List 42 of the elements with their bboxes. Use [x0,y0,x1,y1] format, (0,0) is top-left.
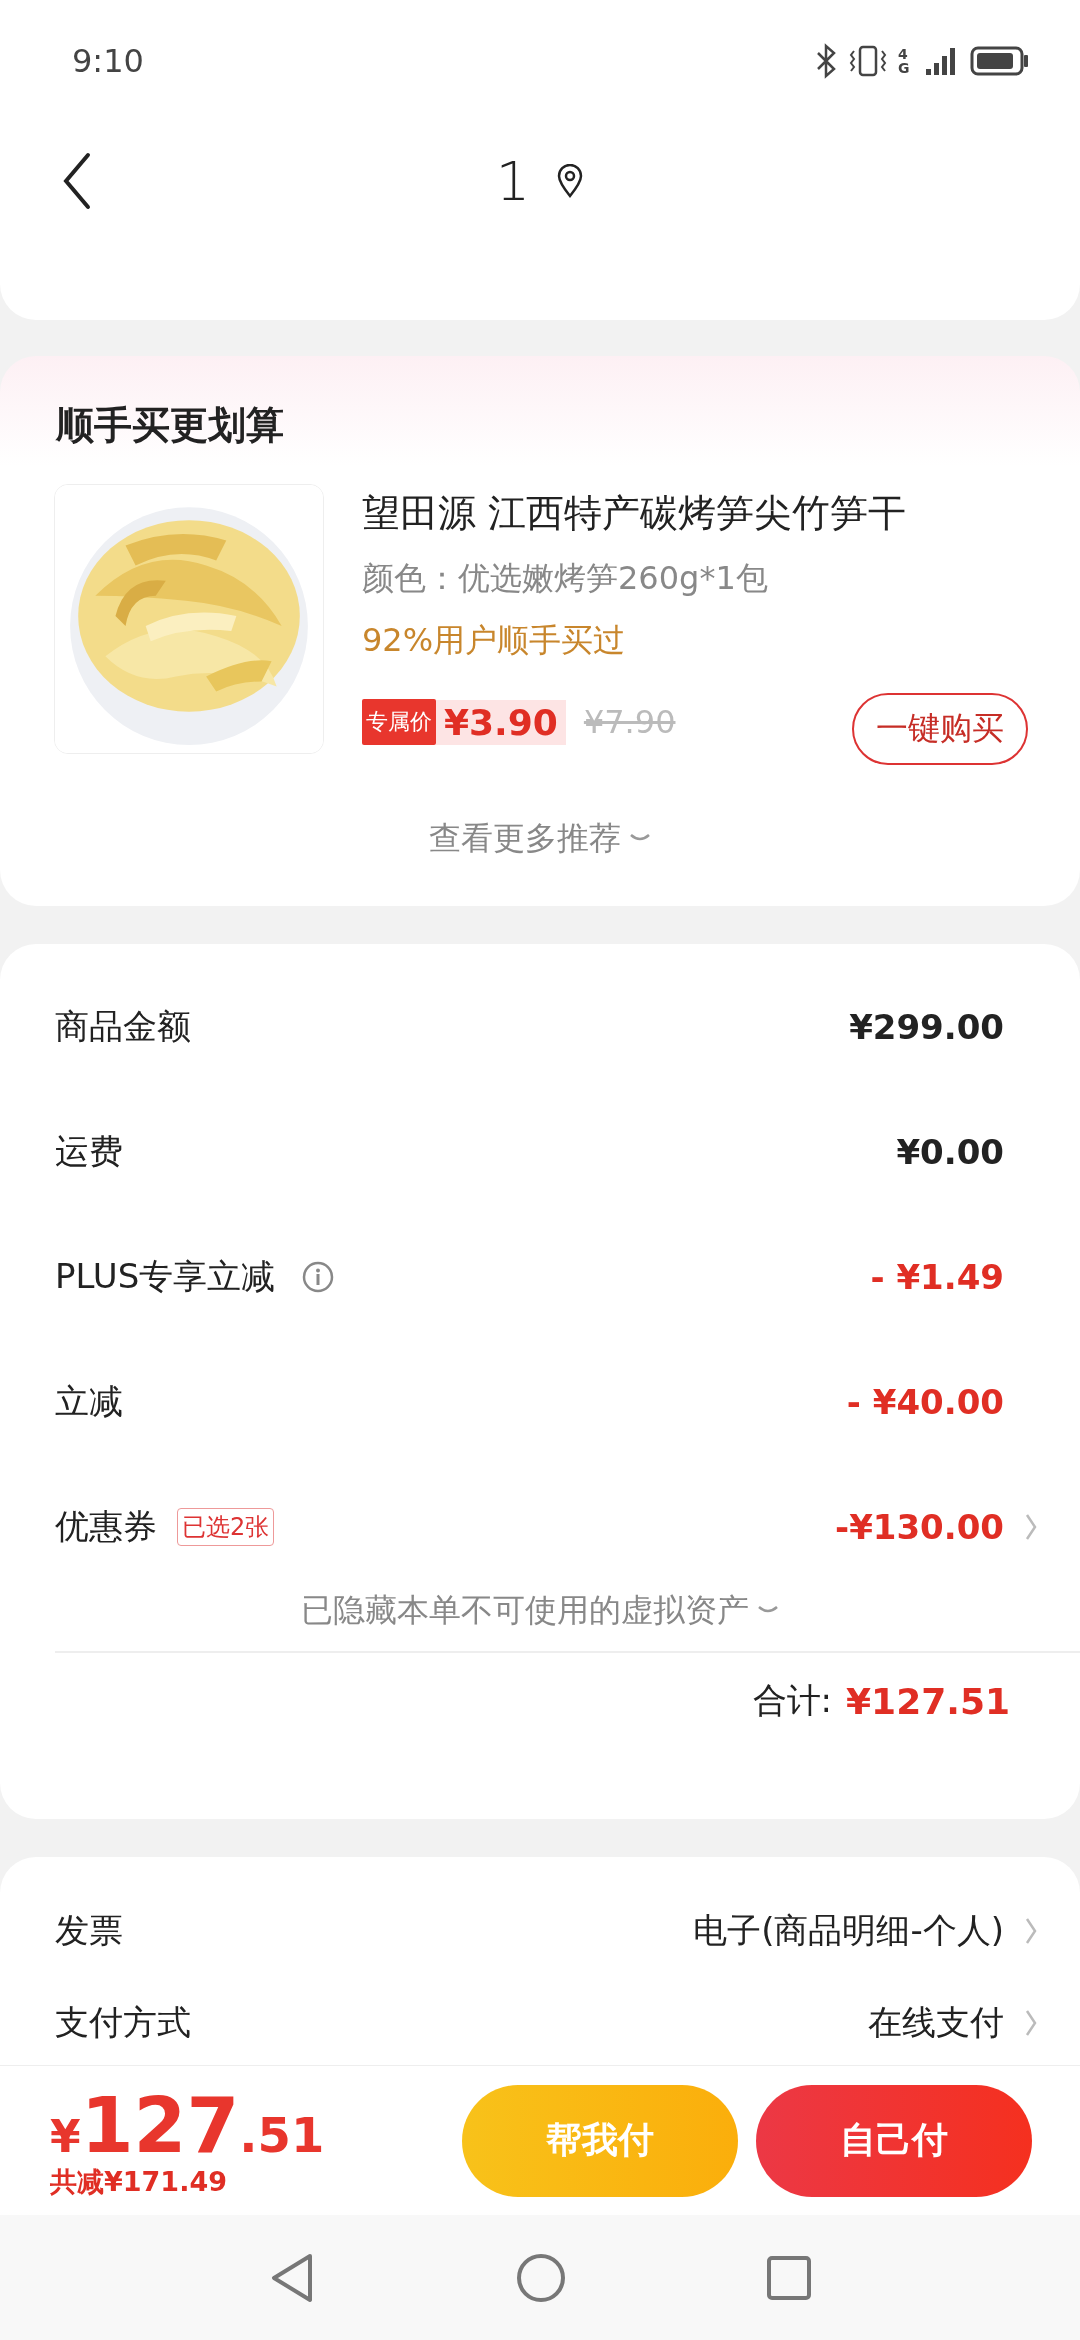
row-label: 立减 [55,1379,123,1423]
pay-button[interactable]: 自己付 [756,2084,1032,2197]
row-value: - ¥1.49 [870,1256,1004,1297]
location-pin-icon [556,164,585,198]
option-label: 支付方式 [55,2001,191,2044]
vibrate-icon [848,43,888,79]
product-name[interactable]: 望田源 江西特产碳烤笋尖竹笋干 [362,488,1028,539]
option-label: 发票 [55,1909,123,1952]
currency-symbol: ¥ [50,2110,81,2162]
row-value: - ¥40.00 [846,1381,1004,1422]
more-recommendations-link[interactable]: 查看更多推荐 [429,817,621,861]
total-decimals: .51 [239,2106,325,2163]
row-value: ¥299.00 [849,1006,1004,1047]
quick-buy-button[interactable]: 一键购买 [852,693,1028,765]
total-savings: 共减¥171.49 [50,2164,228,2199]
row-label: PLUS专享立减 [55,1254,276,1298]
recents-icon[interactable] [766,2254,812,2301]
status-time: 9:10 [72,42,144,80]
row-label: 商品金额 [55,1004,191,1048]
product-price: ¥3.90 [436,699,566,745]
hidden-assets-note[interactable]: 已隐藏本单不可使用的虚拟资产 [301,1589,749,1633]
row-value: -¥130.00 [835,1506,1004,1547]
option-value[interactable]: 电子(商品明细-个人) [693,1908,1004,1954]
option-value[interactable]: 在线支付 [868,2000,1004,2046]
coupon-count-badge: 已选2张 [177,1507,275,1546]
back-icon[interactable] [62,152,92,210]
address-title[interactable]: 1 [495,149,531,213]
home-icon[interactable] [516,2252,566,2303]
row-value: ¥0.00 [896,1131,1004,1172]
total-value: ¥127.51 [846,1680,1010,1722]
original-price: ¥7.90 [583,703,676,741]
total-label: 合计: [752,1679,833,1722]
exclusive-price-tag: 专属价 [362,699,436,745]
section-title: 顺手买更划算 [54,402,285,449]
product-spec: 颜色：优选嫩烤笋260g*1包 [362,558,769,599]
network-label: 4G [898,47,911,75]
row-label: 运费 [55,1129,123,1173]
info-icon[interactable] [301,1259,336,1294]
purchase-note: 92%用户顺手买过 [362,620,627,661]
bluetooth-icon [814,43,838,79]
row-label: 优惠券 [55,1504,157,1548]
total-amount: 127 [80,2087,240,2164]
